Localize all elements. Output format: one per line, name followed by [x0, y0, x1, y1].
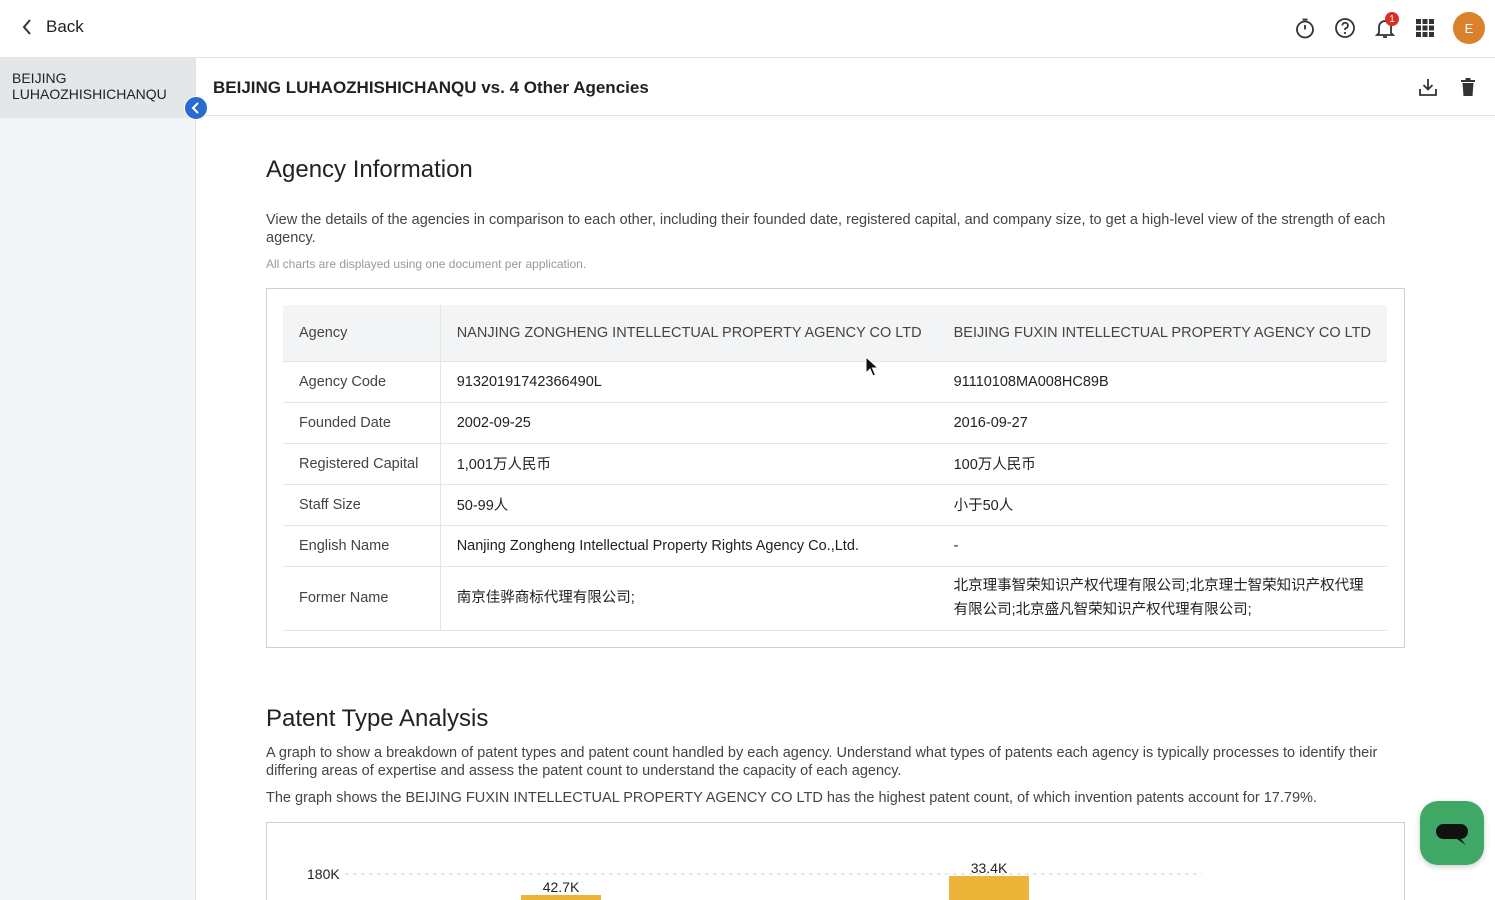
timer-icon[interactable] — [1291, 14, 1319, 42]
table-cell: 2016-09-27 — [938, 402, 1387, 443]
column-header: NANJING ZONGHENG INTELLECTUAL PROPERTY A… — [440, 305, 937, 361]
column-header: Agency — [283, 305, 440, 361]
chat-button[interactable] — [1420, 801, 1484, 865]
mouse-cursor-icon — [865, 356, 879, 378]
row-label: Registered Capital — [283, 443, 440, 484]
table-row: English Name Nanjing Zongheng Intellectu… — [283, 525, 1387, 566]
table-cell: 小于50人 — [938, 484, 1387, 525]
bar-label: 42.7K — [543, 879, 580, 895]
patent-type-title: Patent Type Analysis — [266, 705, 488, 733]
agency-info-table: Agency NANJING ZONGHENG INTELLECTUAL PRO… — [283, 305, 1387, 631]
agency-info-title: Agency Information — [266, 156, 473, 184]
chat-icon — [1435, 820, 1469, 846]
table-cell: 南京佳骅商标代理有限公司; — [440, 566, 937, 630]
column-header: BEIJING FUXIN INTELLECTUAL PROPERTY AGEN… — [938, 305, 1387, 361]
collapse-sidebar-button[interactable] — [184, 96, 208, 120]
patent-type-description: A graph to show a breakdown of patent ty… — [266, 744, 1406, 780]
download-icon[interactable] — [1417, 76, 1439, 103]
agency-info-description: View the details of the agencies in comp… — [266, 211, 1401, 247]
agency-info-card: Agency NANJING ZONGHENG INTELLECTUAL PRO… — [266, 288, 1405, 648]
table-cell: 100万人民币 — [938, 443, 1387, 484]
top-actions: 1 E — [1291, 10, 1485, 46]
chevron-left-icon — [22, 19, 32, 35]
notification-bell-icon[interactable]: 1 — [1371, 14, 1399, 42]
table-row: Former Name 南京佳骅商标代理有限公司; 北京理事智荣知识产权代理有限… — [283, 566, 1387, 630]
table-row: Staff Size 50-99人 小于50人 — [283, 484, 1387, 525]
chevron-left-icon — [191, 102, 201, 114]
patent-type-chart-card: 180K 42.7K 33.4K — [266, 822, 1405, 900]
row-label: Agency Code — [283, 361, 440, 402]
table-cell: 北京理事智荣知识产权代理有限公司;北京理士智荣知识产权代理有限公司;北京盛凡智荣… — [938, 566, 1387, 630]
table-cell: Nanjing Zongheng Intellectual Property R… — [440, 525, 937, 566]
y-tick-label: 180K — [307, 866, 340, 882]
row-label: Former Name — [283, 566, 440, 630]
back-button[interactable]: Back — [22, 14, 84, 40]
table-row: Founded Date 2002-09-25 2016-09-27 — [283, 402, 1387, 443]
row-label: Staff Size — [283, 484, 440, 525]
help-icon[interactable] — [1331, 14, 1359, 42]
table-cell: 91110108MA008HC89B — [938, 361, 1387, 402]
sidebar: BEIJING LUHAOZHISHICHANQU — [0, 58, 196, 900]
table-cell: 91320191742366490L — [440, 361, 937, 402]
page-title: BEIJING LUHAOZHISHICHANQU vs. 4 Other Ag… — [213, 78, 649, 98]
patent-type-summary: The graph shows the BEIJING FUXIN INTELL… — [266, 789, 1401, 807]
header-actions — [1417, 76, 1479, 103]
table-row: Registered Capital 1,001万人民币 100万人民币 — [283, 443, 1387, 484]
table-cell: 50-99人 — [440, 484, 937, 525]
table-header-row: Agency NANJING ZONGHENG INTELLECTUAL PRO… — [283, 305, 1387, 361]
main-content: Agency Information View the details of t… — [197, 116, 1495, 900]
comparison-header: BEIJING LUHAOZHISHICHANQU vs. 4 Other Ag… — [197, 58, 1495, 116]
sidebar-item-agency[interactable]: BEIJING LUHAOZHISHICHANQU — [0, 58, 196, 118]
table-cell: 1,001万人民币 — [440, 443, 937, 484]
table-row: Agency Code 91320191742366490L 91110108M… — [283, 361, 1387, 402]
agency-info-note: All charts are displayed using one docum… — [266, 257, 586, 271]
bar — [949, 876, 1029, 900]
back-label: Back — [46, 17, 84, 37]
patent-type-chart: 180K 42.7K 33.4K — [267, 823, 1406, 900]
row-label: Founded Date — [283, 402, 440, 443]
avatar[interactable]: E — [1453, 12, 1485, 44]
row-label: English Name — [283, 525, 440, 566]
apps-grid-icon[interactable] — [1411, 14, 1439, 42]
sidebar-item-label: BEIJING LUHAOZHISHICHANQU — [12, 70, 167, 102]
notification-badge: 1 — [1385, 12, 1399, 26]
table-cell: - — [938, 525, 1387, 566]
bar — [521, 895, 601, 900]
bar-label: 33.4K — [971, 860, 1008, 876]
table-cell: 2002-09-25 — [440, 402, 937, 443]
delete-icon[interactable] — [1457, 76, 1479, 103]
top-bar: Back 1 E — [0, 0, 1495, 58]
